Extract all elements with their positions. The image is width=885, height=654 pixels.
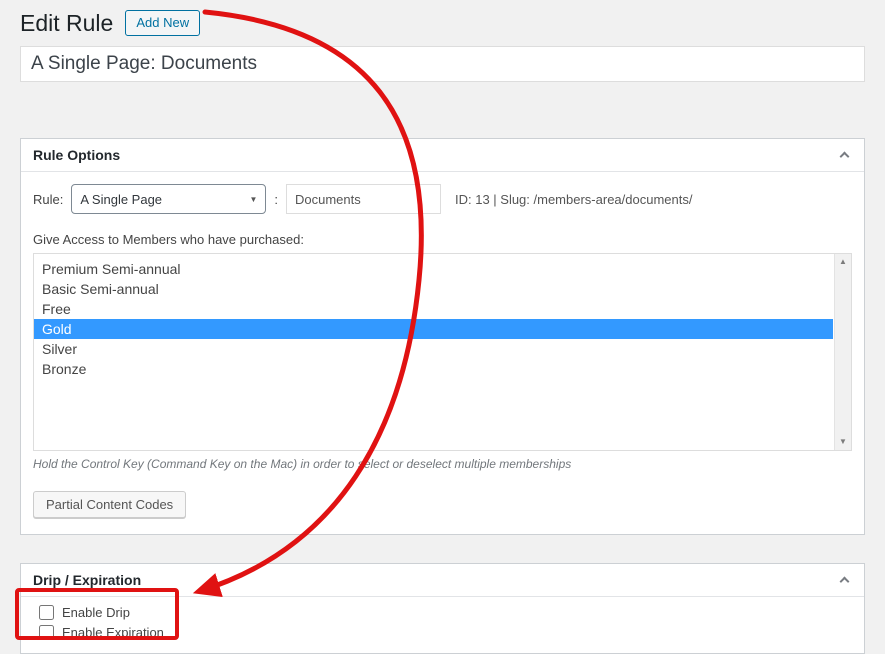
drip-expiration-panel: Drip / Expiration Enable Drip Enable Exp… bbox=[20, 563, 865, 654]
enable-expiration-checkbox[interactable] bbox=[39, 625, 54, 640]
drip-expiration-body: Enable Drip Enable Expiration bbox=[21, 597, 864, 653]
rule-type-selected-value: A Single Page bbox=[80, 192, 162, 207]
membership-option[interactable]: Free bbox=[34, 299, 833, 319]
collapse-chevron-icon[interactable] bbox=[840, 577, 850, 587]
page-title: Edit Rule bbox=[20, 9, 113, 37]
collapse-chevron-icon[interactable] bbox=[840, 152, 850, 162]
rule-options-body: Rule: A Single Page ▼ : ID: 13 | Slug: /… bbox=[21, 172, 864, 534]
drip-expiration-header[interactable]: Drip / Expiration bbox=[21, 564, 864, 597]
rule-type-select[interactable]: A Single Page ▼ bbox=[71, 184, 266, 214]
select-caret-icon: ▼ bbox=[249, 195, 257, 204]
enable-expiration-row[interactable]: Enable Expiration bbox=[33, 625, 852, 640]
rule-options-panel: Rule Options Rule: A Single Page ▼ : ID:… bbox=[20, 138, 865, 535]
membership-option-selected[interactable]: Gold bbox=[34, 319, 833, 339]
partial-content-codes-button[interactable]: Partial Content Codes bbox=[33, 491, 186, 518]
membership-option[interactable]: Silver bbox=[34, 339, 833, 359]
multi-select-note: Hold the Control Key (Command Key on the… bbox=[33, 457, 852, 471]
rule-options-header[interactable]: Rule Options bbox=[21, 139, 864, 172]
page-header: Edit Rule Add New bbox=[0, 0, 885, 38]
enable-drip-row[interactable]: Enable Drip bbox=[33, 605, 852, 620]
membership-list: Premium Semi-annual Basic Semi-annual Fr… bbox=[34, 254, 851, 379]
access-label: Give Access to Members who have purchase… bbox=[33, 232, 852, 247]
membership-option[interactable]: Bronze bbox=[34, 359, 833, 379]
enable-expiration-label: Enable Expiration bbox=[62, 625, 164, 640]
drip-expiration-title: Drip / Expiration bbox=[33, 572, 141, 588]
separator-colon: : bbox=[274, 192, 278, 207]
id-slug-text: ID: 13 | Slug: /members-area/documents/ bbox=[455, 192, 692, 207]
enable-drip-checkbox[interactable] bbox=[39, 605, 54, 620]
rule-name-input[interactable] bbox=[286, 184, 441, 214]
scroll-up-icon[interactable]: ▲ bbox=[835, 254, 851, 270]
rule-label: Rule: bbox=[33, 192, 63, 207]
membership-option[interactable]: Premium Semi-annual bbox=[34, 259, 833, 279]
membership-option[interactable]: Basic Semi-annual bbox=[34, 279, 833, 299]
add-new-button[interactable]: Add New bbox=[125, 10, 200, 36]
enable-drip-label: Enable Drip bbox=[62, 605, 130, 620]
listbox-scrollbar[interactable]: ▲ ▼ bbox=[834, 254, 851, 450]
rule-row: Rule: A Single Page ▼ : ID: 13 | Slug: /… bbox=[33, 184, 852, 214]
membership-listbox[interactable]: Premium Semi-annual Basic Semi-annual Fr… bbox=[33, 253, 852, 451]
scroll-down-icon[interactable]: ▼ bbox=[835, 434, 851, 450]
rule-options-title: Rule Options bbox=[33, 147, 120, 163]
rule-title-input[interactable] bbox=[20, 46, 865, 82]
